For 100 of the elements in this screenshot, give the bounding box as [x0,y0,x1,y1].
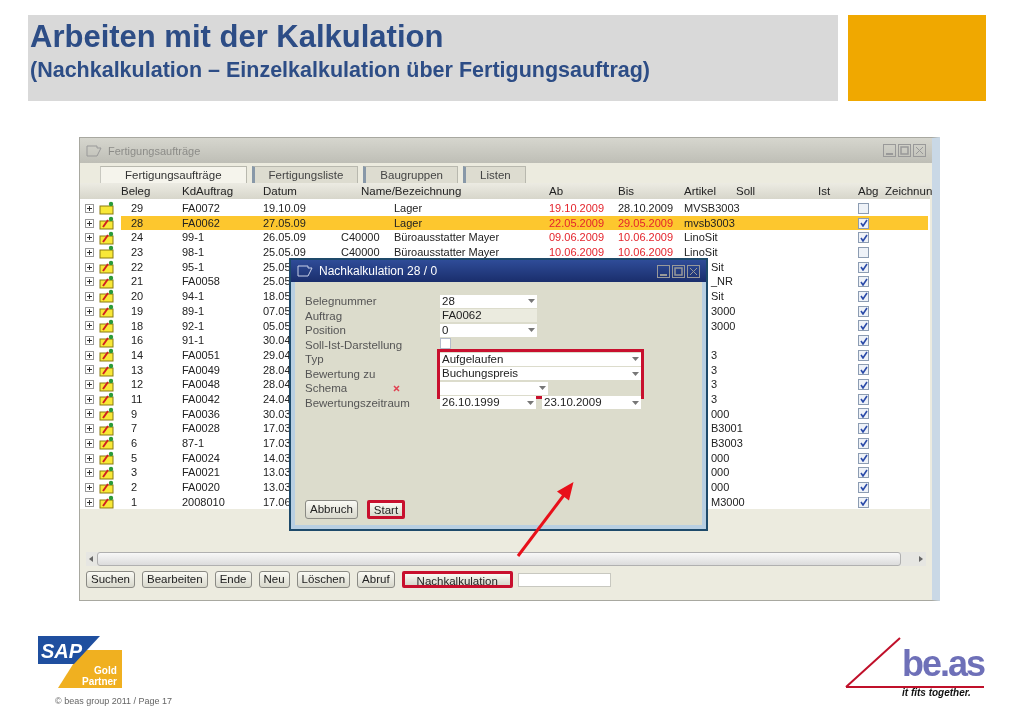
logo-text: Gold [94,665,117,676]
column-header[interactable]: Abg [858,183,885,199]
table-cell: 26.05.09 [263,230,306,246]
field-label: Belegnummer [305,294,377,309]
document-pencil-icon [99,451,114,466]
expand-icon[interactable] [85,218,94,228]
table-cell: LinoSit [684,230,718,246]
column-header[interactable]: Ist [818,183,858,199]
checkbox[interactable] [858,276,869,288]
field-label: Bewertungszeitraum [305,395,410,410]
table-cell: 10.06.2009 [618,245,674,260]
checkbox[interactable] [858,481,869,493]
toolbar-button[interactable]: Ende [214,571,252,588]
expand-icon[interactable] [85,203,94,213]
column-header[interactable]: Name/Bezeichnung [341,183,549,199]
column-header[interactable]: Ab [549,183,618,199]
expand-icon[interactable] [85,424,94,434]
toolbar-button[interactable]: Neu [258,571,290,588]
checkbox[interactable] [858,496,869,508]
tab[interactable]: Listen [463,166,526,183]
toolbar-button[interactable]: Suchen [86,571,135,588]
maximize-icon[interactable] [672,264,685,278]
table-cell: 99-1 [182,230,205,246]
scroll-left-icon[interactable] [89,556,93,562]
tab[interactable]: Baugruppen [363,166,458,183]
expand-icon[interactable] [85,497,94,507]
checkbox[interactable] [858,349,869,361]
checkbox[interactable] [858,408,869,420]
checkbox[interactable] [858,467,869,479]
checkbox[interactable] [858,437,869,449]
checkbox[interactable] [858,452,869,464]
folder-icon [99,245,114,260]
tab[interactable]: Fertigungsaufträge [100,166,247,183]
toolbar-button[interactable]: Nachkalkulation [401,571,513,588]
close-icon[interactable] [687,264,700,278]
checkbox[interactable] [858,232,869,244]
checkbox[interactable] [858,246,869,258]
input-field[interactable] [517,572,611,587]
checkbox[interactable] [858,335,869,347]
document-pencil-icon [99,392,114,407]
table-cell-text: 2 [130,480,138,495]
checkbox[interactable] [858,261,869,273]
minimize-icon[interactable] [657,264,670,278]
column-header[interactable]: Datum [263,183,341,199]
expand-icon[interactable] [85,291,94,301]
toolbar-button[interactable]: Löschen [296,571,351,588]
checkbox[interactable] [858,393,869,405]
dropdown-field[interactable] [440,381,548,395]
column-header[interactable]: Bis [618,183,684,199]
date-dropdown[interactable]: 23.10.2009 [542,396,641,410]
expand-icon[interactable] [85,365,94,375]
toolbar-button[interactable]: Bearbeiten [142,571,208,588]
tab[interactable]: Fertigungsliste [251,166,359,183]
column-header[interactable]: Artikel [684,183,736,199]
checkbox[interactable] [440,337,451,349]
expand-icon[interactable] [85,277,94,287]
column-header[interactable]: Zeichnun [885,183,933,199]
checkbox[interactable] [858,217,869,229]
checkbox[interactable] [858,320,869,332]
table-cell: Lager [394,215,423,231]
table-cell: 000 [711,480,730,495]
dropdown-field[interactable]: 0 [440,323,537,337]
table-cell: 10.06.2009 [618,230,674,246]
expand-icon[interactable] [85,233,94,243]
column-header[interactable]: Soll [736,183,818,199]
expand-icon[interactable] [85,394,94,404]
checkbox[interactable] [858,364,869,376]
checkbox[interactable] [858,202,869,214]
toolbar-button[interactable]: Abruf [357,571,395,588]
dialog-button[interactable]: Start [366,500,406,519]
table-cell-text: 14 [130,347,144,363]
checkbox[interactable] [858,379,869,391]
document-pencil-icon [99,333,114,348]
table-cell: 000 [711,465,730,481]
scroll-right-icon[interactable] [919,556,923,562]
column-header[interactable]: Beleg [121,183,182,199]
dropdown-field[interactable]: Buchungspreis [440,367,641,381]
date-dropdown[interactable]: 26.10.1999 [440,396,536,410]
checkbox[interactable] [858,290,869,302]
table-cell: 19.10.2009 [549,201,605,216]
expand-icon[interactable] [85,336,94,346]
expand-icon[interactable] [85,453,94,463]
checkbox[interactable] [858,305,869,317]
expand-icon[interactable] [85,468,94,478]
table-cell: Büroausstatter Mayer [394,230,500,246]
expand-icon[interactable] [85,247,94,257]
expand-icon[interactable] [85,409,94,419]
dropdown-field[interactable]: Aufgelaufen [440,352,641,366]
expand-icon[interactable] [85,306,94,316]
dropdown-field[interactable]: 28 [440,294,537,308]
expand-icon[interactable] [85,350,94,360]
expand-icon[interactable] [85,380,94,390]
expand-icon[interactable] [85,262,94,272]
checkbox[interactable] [858,423,869,435]
table-cell: 3000 [711,318,736,334]
expand-icon[interactable] [85,321,94,331]
expand-icon[interactable] [85,482,94,492]
column-header[interactable]: KdAuftrag [182,183,263,199]
expand-icon[interactable] [85,438,94,448]
dialog-button[interactable]: Abbruch [305,500,358,519]
